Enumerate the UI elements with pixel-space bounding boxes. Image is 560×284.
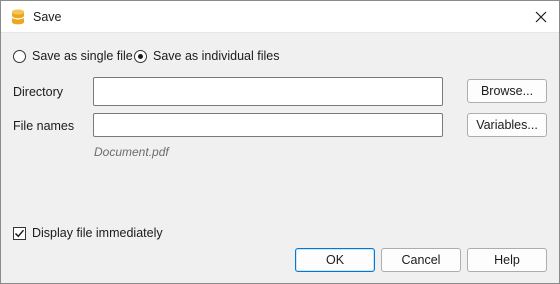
filename-hint: Document.pdf [94, 145, 169, 159]
filenames-input[interactable] [93, 113, 443, 137]
radio-individual-files[interactable]: Save as individual files [134, 48, 279, 64]
radio-single-file-circle[interactable] [13, 49, 26, 63]
directory-input[interactable] [93, 77, 443, 106]
dialog-title: Save [33, 10, 62, 24]
browse-button[interactable]: Browse... [467, 79, 547, 103]
database-cylinder-icon [11, 9, 25, 25]
radio-single-file-label: Save as single file [32, 49, 133, 63]
ok-button[interactable]: OK [295, 248, 375, 272]
save-dialog: Save Save as single file Save as individ… [0, 0, 560, 284]
radio-single-file[interactable]: Save as single file [13, 48, 133, 64]
display-immediately-checkbox-row[interactable]: Display file immediately [13, 225, 163, 241]
help-button[interactable]: Help [467, 248, 547, 272]
variables-button[interactable]: Variables... [467, 113, 547, 137]
radio-individual-files-label: Save as individual files [153, 49, 280, 63]
display-immediately-checkbox[interactable] [13, 226, 26, 240]
close-button[interactable] [529, 5, 553, 29]
close-icon [535, 11, 547, 23]
checkmark-icon [14, 229, 25, 237]
display-immediately-label: Display file immediately [32, 226, 163, 240]
cancel-button[interactable]: Cancel [381, 248, 461, 272]
directory-label: Directory [13, 85, 64, 99]
radio-individual-files-circle[interactable] [134, 49, 147, 63]
title-bar: Save [1, 1, 559, 33]
filenames-label: File names [13, 119, 75, 133]
